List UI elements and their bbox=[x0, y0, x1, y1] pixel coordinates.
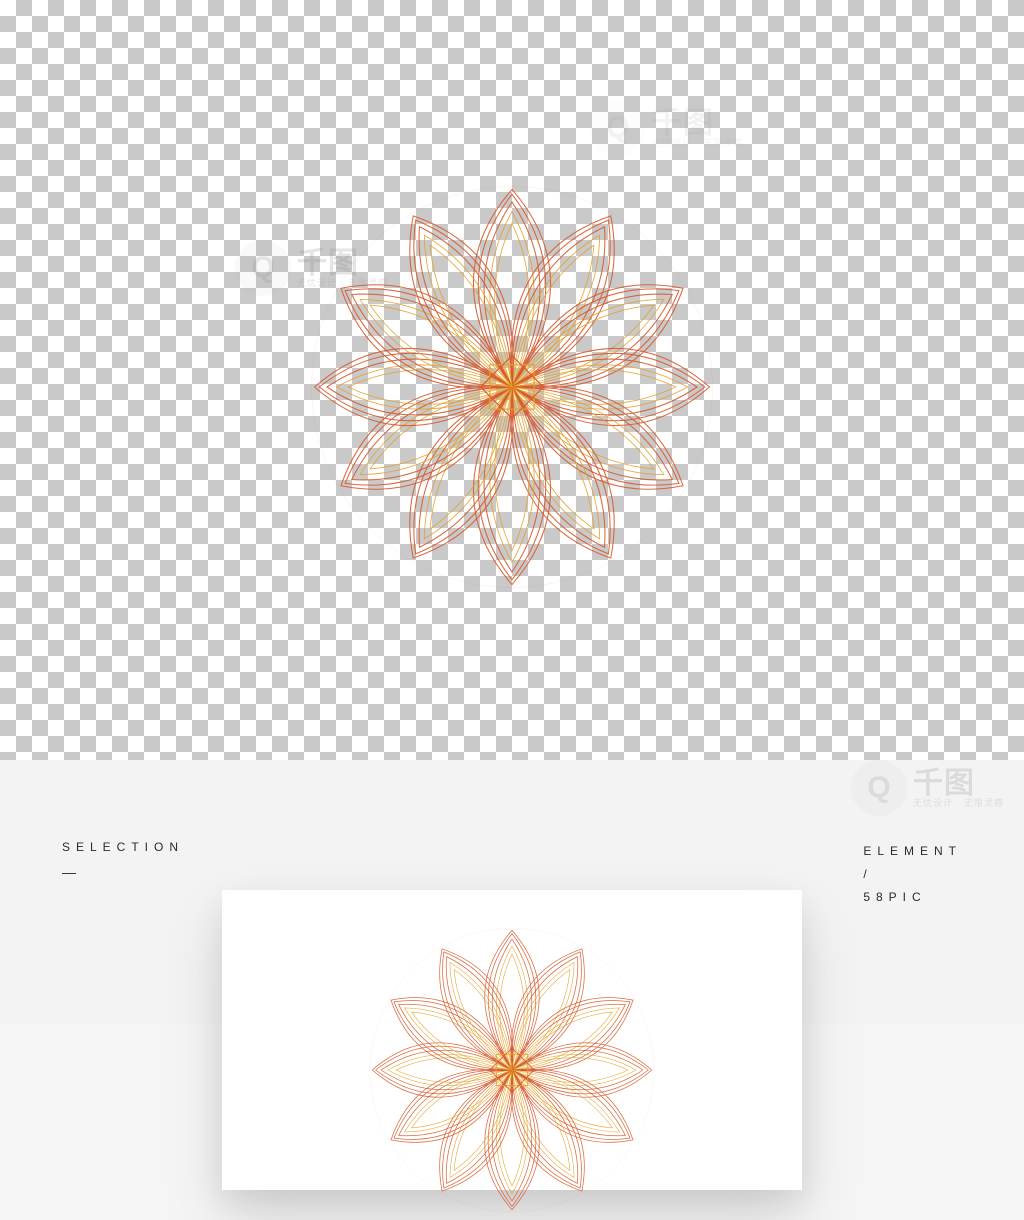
watermark-letter: Q bbox=[251, 251, 274, 285]
selection-heading: SELECTION bbox=[62, 840, 184, 854]
transparency-checker-background: Q 千图 无忧设计 · 无限灵感 Q 千图 无忧设计 · 无限灵感 bbox=[0, 0, 1024, 760]
preview-card bbox=[222, 890, 802, 1190]
watermark-circle-icon: Q bbox=[590, 100, 646, 156]
watermark-badge: Q 千图 无忧设计 · 无限灵感 bbox=[590, 100, 743, 156]
selection-dash: — bbox=[62, 864, 184, 880]
rosette-icon bbox=[362, 920, 662, 1220]
element-slash: / bbox=[863, 863, 962, 886]
watermark-brand: 千图 bbox=[913, 768, 1004, 800]
watermark-letter: Q bbox=[606, 111, 629, 145]
rosette-icon bbox=[300, 175, 724, 599]
element-heading: ELEMENT bbox=[863, 844, 962, 858]
watermark-badge: Q 千图 无忧设计 · 无限灵感 bbox=[851, 760, 1004, 816]
element-source: 58PIC bbox=[863, 890, 926, 904]
mockup-background: SELECTION — ELEMENT / 58PIC Q 千图 无忧设计 · … bbox=[0, 760, 1024, 1024]
watermark-tagline: 无忧设计 · 无限灵感 bbox=[652, 139, 743, 148]
watermark-brand: 千图 bbox=[652, 108, 743, 140]
selection-label-block: SELECTION — bbox=[62, 840, 184, 880]
ornament-graphic-main bbox=[300, 175, 724, 599]
watermark-circle-icon: Q bbox=[851, 760, 907, 816]
watermark-text: 千图 无忧设计 · 无限灵感 bbox=[913, 768, 1004, 809]
element-label-block: ELEMENT / 58PIC bbox=[863, 840, 962, 908]
ornament-graphic-card bbox=[362, 920, 662, 1220]
watermark-tagline: 无忧设计 · 无限灵感 bbox=[913, 799, 1004, 808]
watermark-letter: Q bbox=[867, 771, 890, 805]
watermark-text: 千图 无忧设计 · 无限灵感 bbox=[652, 108, 743, 149]
watermark-circle-icon: Q bbox=[235, 240, 291, 296]
